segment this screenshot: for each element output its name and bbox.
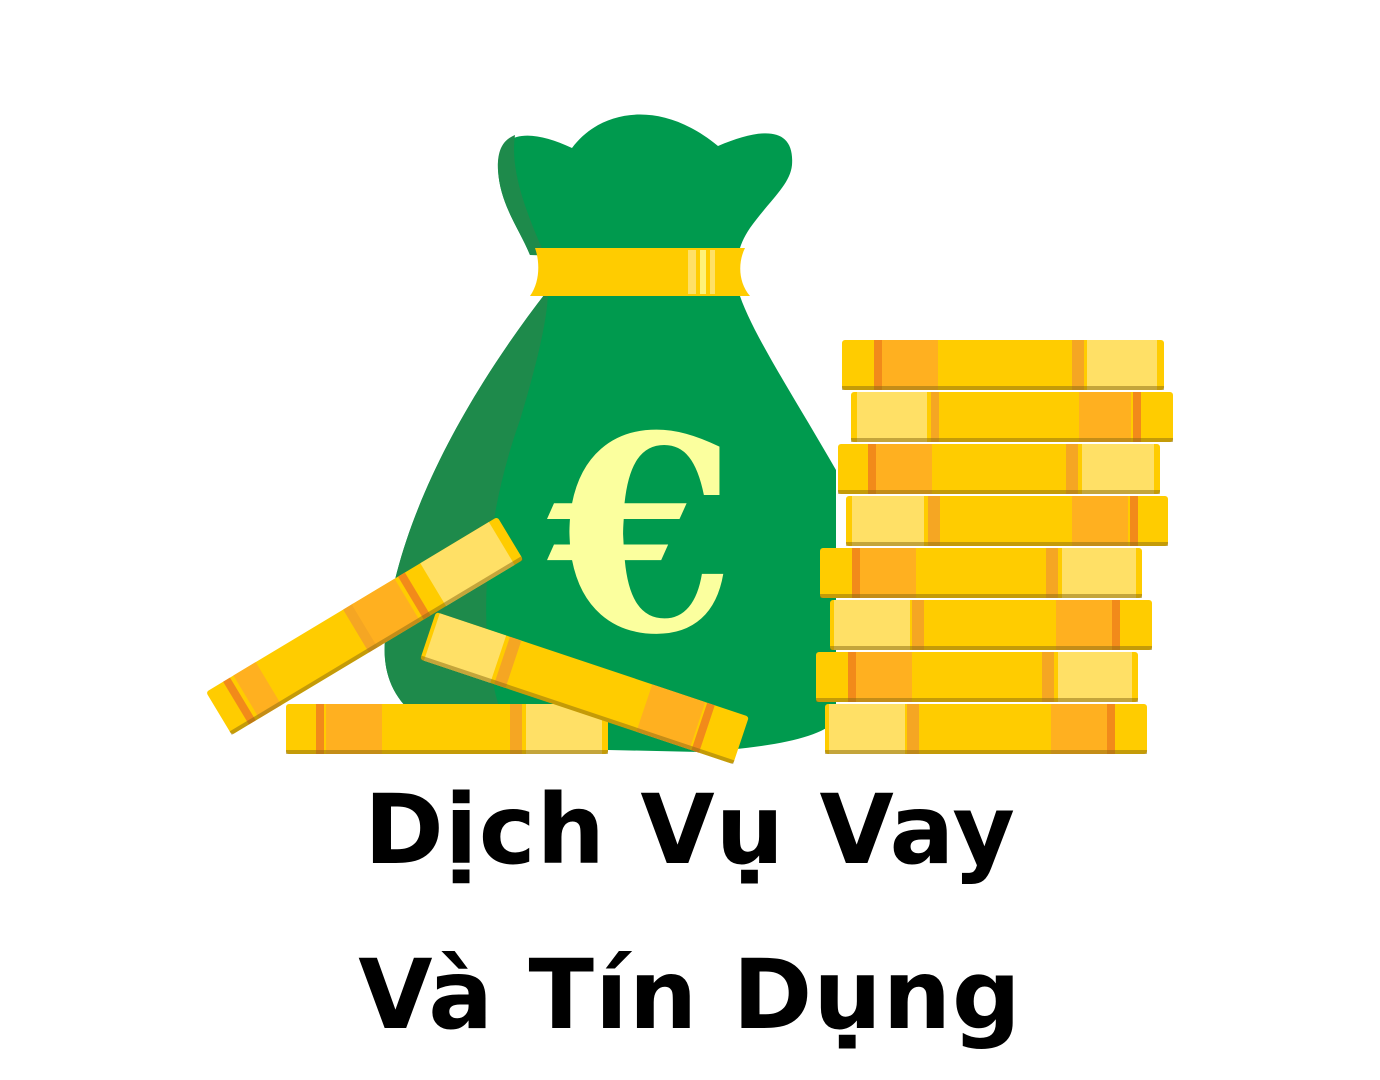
coin-stack [816,340,1173,754]
euro-symbol: € [544,376,736,694]
title-line-2: Và Tín Dụng [358,939,1022,1051]
loan-illustration: € [207,114,1173,765]
gold-coin-icon [286,704,608,754]
title-line-1: Dịch Vụ Vay [364,774,1016,886]
